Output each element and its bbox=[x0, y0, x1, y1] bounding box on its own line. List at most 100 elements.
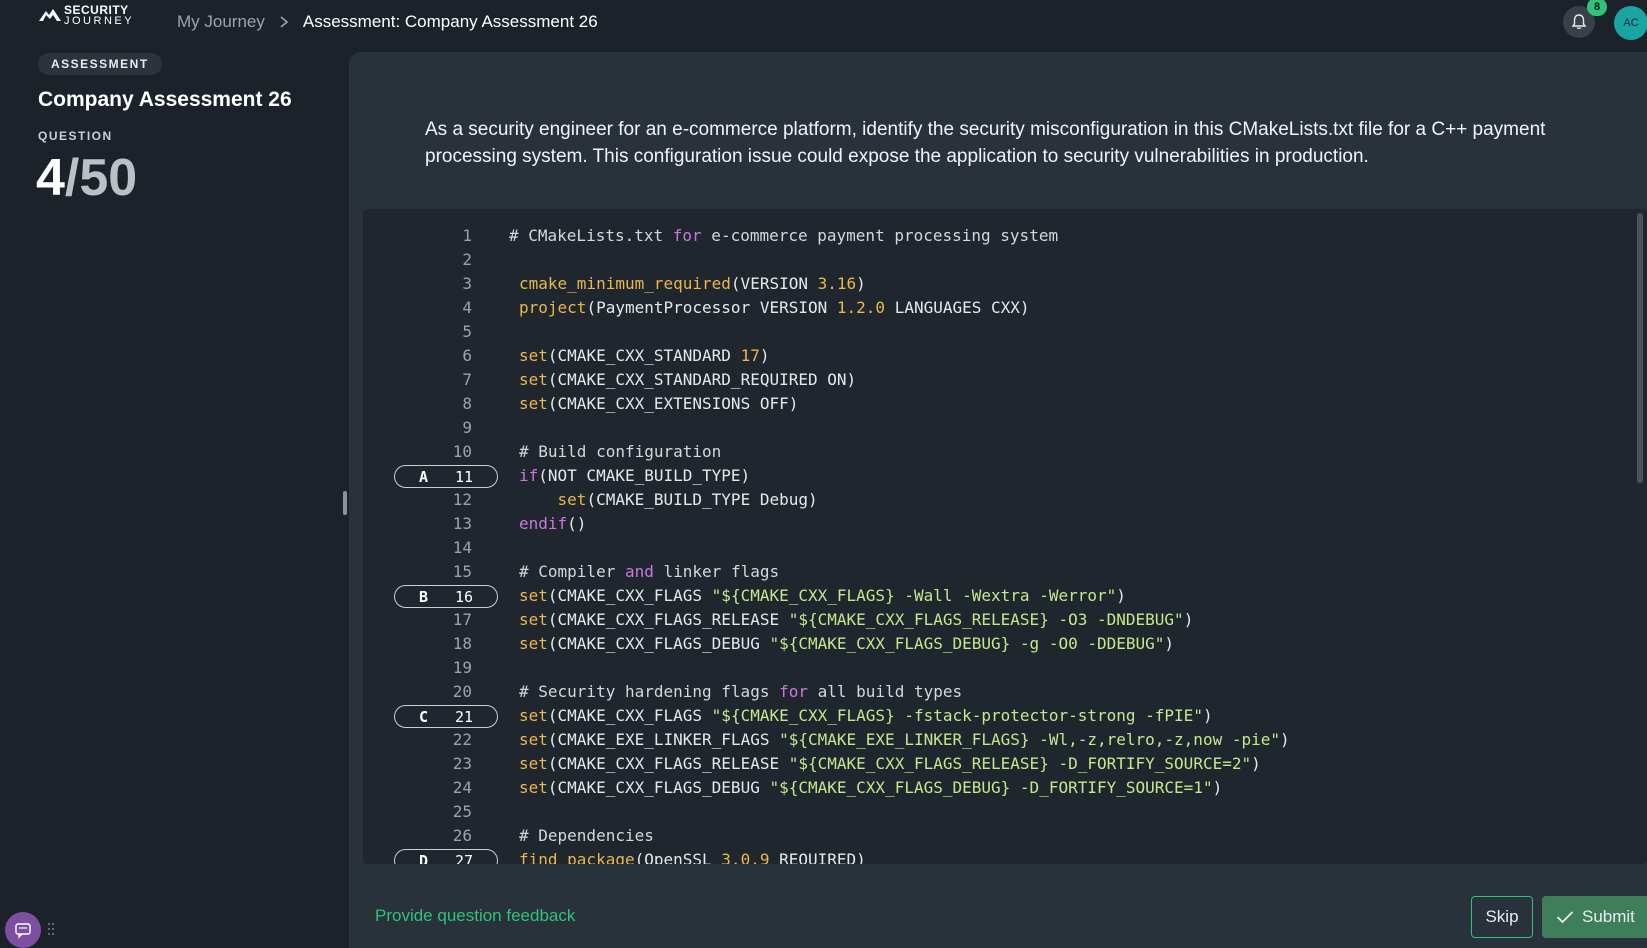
line-number: 2 bbox=[462, 250, 472, 269]
line-number: 7 bbox=[462, 370, 472, 389]
code-line: C 21 set(CMAKE_CXX_FLAGS "${CMAKE_CXX_FLAG… bbox=[363, 704, 1633, 728]
notification-count-badge: 8 bbox=[1587, 0, 1607, 16]
answer-option-line-number: 16 bbox=[454, 587, 473, 606]
question-progress: 4/50 bbox=[36, 148, 137, 208]
answer-option-letter: B bbox=[419, 587, 429, 606]
code-token: set bbox=[519, 754, 548, 773]
question-feedback-link[interactable]: Provide question feedback bbox=[375, 906, 575, 926]
code-line: 18 set(CMAKE_CXX_FLAGS_DEBUG "${CMAKE_CXX… bbox=[363, 632, 1633, 656]
code-token: set bbox=[519, 610, 548, 629]
code-text: set(CMAKE_BUILD_TYPE Debug) bbox=[519, 488, 818, 512]
code-line: D 27 find_package(OpenSSL 3.0.9 REQUIRED) bbox=[363, 848, 1633, 864]
line-number: 23 bbox=[452, 754, 472, 773]
code-token: endif bbox=[519, 514, 568, 533]
security-journey-logo[interactable]: SECURITY JOURNEY bbox=[38, 4, 148, 28]
code-token: REQUIRED) bbox=[769, 850, 866, 864]
code-line: 22 set(CMAKE_EXE_LINKER_FLAGS "${CMAKE_EX… bbox=[363, 728, 1633, 752]
line-number: 10 bbox=[452, 442, 472, 461]
code-token: ) bbox=[1212, 778, 1223, 797]
answer-option-letter: D bbox=[419, 851, 429, 865]
submit-button[interactable]: Submit bbox=[1542, 896, 1647, 938]
code-line: 1 # CMakeLists.txt for e-commerce payment… bbox=[363, 224, 1633, 248]
code-token: (CMAKE_CXX_STANDARD_REQUIRED ON) bbox=[547, 370, 857, 389]
code-text: set(CMAKE_CXX_STANDARD 17) bbox=[519, 344, 769, 368]
code-text: set(CMAKE_CXX_STANDARD_REQUIRED ON) bbox=[519, 368, 856, 392]
code-token: ) bbox=[759, 346, 770, 365]
checkmark-icon bbox=[1556, 911, 1574, 924]
panel-resize-handle[interactable] bbox=[343, 491, 347, 515]
code-token: set bbox=[519, 346, 548, 365]
code-token: (CMAKE_CXX_FLAGS_DEBUG bbox=[547, 778, 770, 797]
code-token: all build types bbox=[808, 682, 963, 701]
breadcrumb-my-journey[interactable]: My Journey bbox=[177, 11, 265, 33]
drag-handle-icon[interactable] bbox=[47, 921, 55, 937]
code-token: 3.0.9 bbox=[721, 850, 770, 864]
code-line: B 16 set(CMAKE_CXX_FLAGS "${CMAKE_CXX_FLAG… bbox=[363, 584, 1633, 608]
answer-option-a[interactable]: A 11 bbox=[394, 465, 498, 488]
code-text: set(CMAKE_EXE_LINKER_FLAGS "${CMAKE_EXE_… bbox=[519, 728, 1290, 752]
code-line: 15 # Compiler and linker flags bbox=[363, 560, 1633, 584]
code-token: set bbox=[519, 706, 548, 725]
chevron-right-icon bbox=[280, 16, 289, 28]
assessment-title: Company Assessment 26 bbox=[38, 88, 292, 111]
code-line: 23 set(CMAKE_CXX_FLAGS_RELEASE "${CMAKE_C… bbox=[363, 752, 1633, 776]
code-line: 25 bbox=[363, 800, 1633, 824]
code-token: "${CMAKE_CXX_FLAGS_DEBUG} -D_FORTIFY_SOU… bbox=[769, 778, 1213, 797]
line-number: 14 bbox=[452, 538, 472, 557]
question-prompt: As a security engineer for an e-commerce… bbox=[425, 119, 1546, 167]
breadcrumb: My Journey Assessment: Company Assessmen… bbox=[177, 11, 598, 33]
code-token: 3.16 bbox=[817, 274, 857, 293]
code-text: endif() bbox=[519, 512, 586, 536]
code-token: (CMAKE_CXX_EXTENSIONS OFF) bbox=[547, 394, 799, 413]
code-token: # Build configuration bbox=[519, 442, 722, 461]
code-token: LANGUAGES CXX) bbox=[885, 298, 1030, 317]
question-panel: As a security engineer for an e-commerce… bbox=[349, 52, 1647, 948]
mountain-logo-icon bbox=[39, 9, 61, 21]
logo-text-journey: JOURNEY bbox=[64, 15, 135, 27]
code-token: for bbox=[779, 682, 808, 701]
answer-option-b[interactable]: B 16 bbox=[394, 585, 498, 608]
skip-button[interactable]: Skip bbox=[1471, 896, 1533, 938]
code-viewer: 1 # CMakeLists.txt for e-commerce payment… bbox=[363, 209, 1647, 864]
code-text: set(CMAKE_CXX_FLAGS_DEBUG "${CMAKE_CXX_F… bbox=[519, 632, 1174, 656]
code-token: set bbox=[519, 586, 548, 605]
code-token: # CMakeLists.txt bbox=[509, 226, 673, 245]
code-line: 8 set(CMAKE_CXX_EXTENSIONS OFF) bbox=[363, 392, 1633, 416]
line-number: 18 bbox=[452, 634, 472, 653]
code-token: (OpenSSL bbox=[634, 850, 722, 864]
code-text: # Build configuration bbox=[519, 440, 721, 464]
code-line: 17 set(CMAKE_CXX_FLAGS_RELEASE "${CMAKE_C… bbox=[363, 608, 1633, 632]
answer-option-d[interactable]: D 27 bbox=[394, 849, 498, 864]
code-token: 17 bbox=[740, 346, 760, 365]
code-token: ) bbox=[1202, 706, 1213, 725]
answer-option-letter: A bbox=[419, 467, 429, 486]
code-text: # Dependencies bbox=[519, 824, 654, 848]
code-token: set bbox=[519, 370, 548, 389]
line-number: 1 bbox=[462, 226, 472, 245]
code-token: set bbox=[519, 634, 548, 653]
user-avatar[interactable]: AC bbox=[1614, 6, 1647, 40]
code-token: ) bbox=[1251, 754, 1261, 773]
code-token: cmake_minimum_required bbox=[519, 274, 731, 293]
answer-option-c[interactable]: C 21 bbox=[394, 705, 498, 728]
line-number: 13 bbox=[452, 514, 472, 533]
question-total-number: /50 bbox=[64, 149, 138, 207]
code-token: set bbox=[557, 490, 587, 509]
code-token: () bbox=[567, 514, 587, 533]
code-text: set(CMAKE_CXX_FLAGS_RELEASE "${CMAKE_CXX… bbox=[519, 752, 1261, 776]
chat-bubble-icon bbox=[15, 923, 31, 939]
code-text: # Security hardening flags for all build… bbox=[519, 680, 962, 704]
chat-support-button[interactable] bbox=[5, 912, 41, 948]
code-text: if(NOT CMAKE_BUILD_TYPE) bbox=[519, 464, 750, 488]
code-text: # CMakeLists.txt for e-commerce payment … bbox=[509, 224, 1058, 248]
code-token: # Security hardening flags bbox=[519, 682, 780, 701]
answer-option-line-number: 27 bbox=[454, 851, 473, 865]
code-scrollbar[interactable] bbox=[1637, 213, 1643, 483]
line-number: 3 bbox=[462, 274, 472, 293]
code-text: set(CMAKE_CXX_FLAGS_RELEASE "${CMAKE_CXX… bbox=[519, 608, 1193, 632]
code-line: 3 cmake_minimum_required(VERSION 3.16) bbox=[363, 272, 1633, 296]
code-token: (CMAKE_CXX_FLAGS_DEBUG bbox=[547, 634, 770, 653]
code-line: 2 bbox=[363, 248, 1633, 272]
line-number: 22 bbox=[452, 730, 472, 749]
